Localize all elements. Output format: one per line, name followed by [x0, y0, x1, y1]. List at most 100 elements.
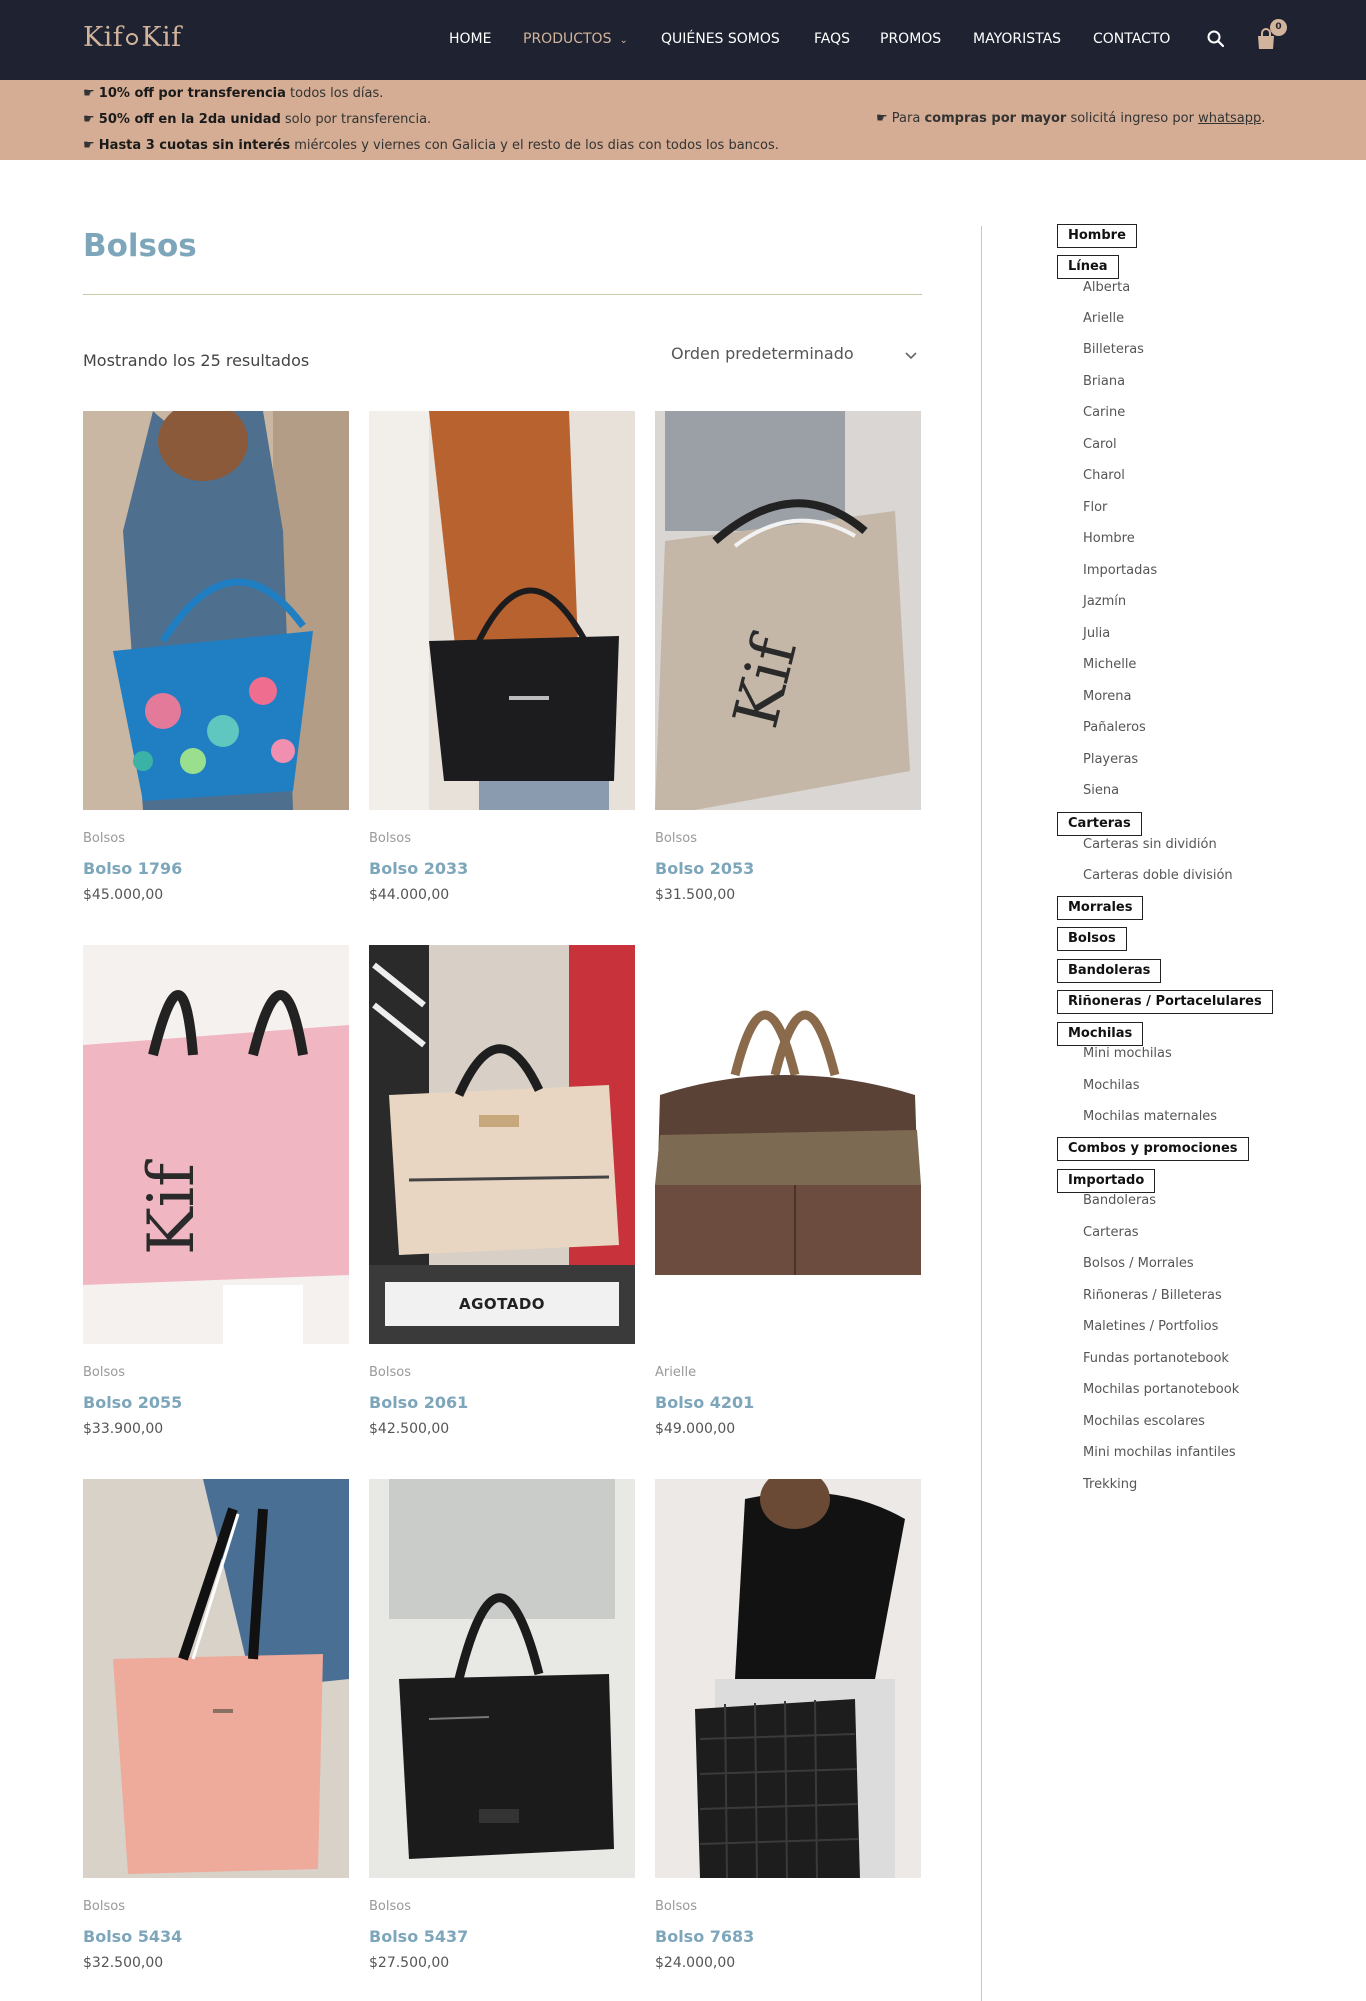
- subcategory-link[interactable]: Morena: [1083, 689, 1131, 704]
- product-image[interactable]: Kif: [655, 411, 921, 810]
- orderby-select[interactable]: Orden predeterminado: [671, 344, 922, 374]
- category-carteras[interactable]: Carteras: [1057, 812, 1142, 836]
- subcategory-link[interactable]: Billeteras: [1083, 342, 1144, 357]
- product-card[interactable]: Kif Bolsos Bolso 2055 $33.900,00: [83, 945, 349, 1437]
- nav-faqs[interactable]: FAQS: [814, 31, 850, 47]
- product-card[interactable]: Bolsos Bolso 1796 $45.000,00: [83, 411, 349, 903]
- product-image[interactable]: [369, 1479, 635, 1878]
- product-name[interactable]: Bolso 7683: [655, 1927, 754, 1946]
- nav-home[interactable]: HOME: [449, 31, 491, 47]
- category-bolsos[interactable]: Bolsos: [1057, 927, 1127, 951]
- subcategory-link[interactable]: Mochilas portanotebook: [1083, 1382, 1239, 1397]
- product-name[interactable]: Bolso 1796: [83, 859, 182, 878]
- product-card[interactable]: Kif Bolsos Bolso 2053 $31.500,00: [655, 411, 921, 903]
- product-card[interactable]: Bolsos Bolso 2033 $44.000,00: [369, 411, 635, 903]
- subcategory-link[interactable]: Charol: [1083, 468, 1125, 483]
- subcategory-link[interactable]: Importadas: [1083, 563, 1157, 578]
- product-category[interactable]: Bolsos: [369, 831, 411, 846]
- category-combos[interactable]: Combos y promociones: [1057, 1137, 1249, 1161]
- sidebar-divider: [981, 226, 982, 2001]
- nav-contacto[interactable]: CONTACTO: [1093, 31, 1170, 47]
- product-card[interactable]: Bolsos Bolso 7683 $24.000,00: [655, 1479, 921, 1971]
- product-name[interactable]: Bolso 5437: [369, 1927, 468, 1946]
- category-bandoleras[interactable]: Bandoleras: [1057, 959, 1162, 983]
- product-card[interactable]: AGOTADO Bolsos Bolso 2061 $42.500,00: [369, 945, 635, 1437]
- product-price: $33.900,00: [83, 1421, 164, 1437]
- subcategory-link[interactable]: Bolsos / Morrales: [1083, 1256, 1194, 1271]
- promo-line-3: ☛ Hasta 3 cuotas sin interés miércoles y…: [83, 138, 779, 153]
- subcategory-link[interactable]: Mini mochilas: [1083, 1046, 1172, 1061]
- category-hombre[interactable]: Hombre: [1057, 224, 1137, 248]
- subcategory-link[interactable]: Jazmín: [1083, 594, 1126, 609]
- search-icon[interactable]: [1205, 28, 1227, 50]
- product-category[interactable]: Bolsos: [83, 1365, 125, 1380]
- category-linea[interactable]: Línea: [1057, 255, 1119, 279]
- product-name[interactable]: Bolso 2033: [369, 859, 468, 878]
- subcategory-link[interactable]: Julia: [1083, 626, 1110, 641]
- nav-mayoristas[interactable]: MAYORISTAS: [973, 31, 1061, 47]
- product-category[interactable]: Arielle: [655, 1365, 696, 1380]
- subcategory-link[interactable]: Alberta: [1083, 280, 1130, 295]
- subcategory-link[interactable]: Siena: [1083, 783, 1119, 798]
- subcategory-link[interactable]: Trekking: [1083, 1477, 1137, 1492]
- product-card[interactable]: Bolsos Bolso 5434 $32.500,00: [83, 1479, 349, 1971]
- cart-count-badge: 0: [1270, 19, 1287, 36]
- result-count: Mostrando los 25 resultados: [83, 351, 310, 370]
- subcategory-link[interactable]: Carine: [1083, 405, 1125, 420]
- product-category[interactable]: Bolsos: [655, 1899, 697, 1914]
- subcategory-link[interactable]: Carteras: [1083, 1225, 1139, 1240]
- product-image[interactable]: [655, 945, 921, 1344]
- category-importado[interactable]: Importado: [1057, 1169, 1156, 1193]
- product-price: $45.000,00: [83, 887, 164, 903]
- promo-line-2-text: solo por transferencia.: [280, 112, 432, 127]
- product-image[interactable]: AGOTADO: [369, 945, 635, 1344]
- subcategory-link[interactable]: Playeras: [1083, 752, 1138, 767]
- subcategory-link[interactable]: Hombre: [1083, 531, 1135, 546]
- product-card[interactable]: Bolsos Bolso 5437 $27.500,00: [369, 1479, 635, 1971]
- product-card[interactable]: Arielle Bolso 4201 $49.000,00: [655, 945, 921, 1437]
- product-category[interactable]: Bolsos: [369, 1899, 411, 1914]
- product-category[interactable]: Bolsos: [83, 831, 125, 846]
- product-category[interactable]: Bolsos: [655, 831, 697, 846]
- product-image[interactable]: [369, 411, 635, 810]
- whatsapp-link[interactable]: whatsapp: [1198, 111, 1261, 126]
- subcategory-link[interactable]: Carteras doble división: [1083, 868, 1233, 883]
- subcategory-link[interactable]: Bandoleras: [1083, 1193, 1156, 1208]
- product-price: $32.500,00: [83, 1955, 164, 1971]
- subcategory-link[interactable]: Carteras sin dividión: [1083, 837, 1217, 852]
- subcategory-link[interactable]: Arielle: [1083, 311, 1124, 326]
- page-title: Bolsos: [83, 228, 197, 264]
- subcategory-link[interactable]: Carol: [1083, 437, 1117, 452]
- subcategory-link[interactable]: Flor: [1083, 500, 1107, 515]
- product-image[interactable]: Kif: [83, 945, 349, 1344]
- subcategory-link[interactable]: Maletines / Portfolios: [1083, 1319, 1218, 1334]
- product-name[interactable]: Bolso 4201: [655, 1393, 754, 1412]
- product-image[interactable]: [83, 411, 349, 810]
- nav-productos[interactable]: PRODUCTOS ⌄: [523, 31, 628, 47]
- product-name[interactable]: Bolso 2061: [369, 1393, 468, 1412]
- subcategory-link[interactable]: Pañaleros: [1083, 720, 1146, 735]
- nav-promos[interactable]: PROMOS: [880, 31, 941, 47]
- product-image[interactable]: [83, 1479, 349, 1878]
- orderby-value: Orden predeterminado: [671, 344, 854, 363]
- product-name[interactable]: Bolso 2055: [83, 1393, 182, 1412]
- nav-quienes-somos[interactable]: QUIÉNES SOMOS: [661, 31, 780, 47]
- product-category[interactable]: Bolsos: [369, 1365, 411, 1380]
- product-name[interactable]: Bolso 2053: [655, 859, 754, 878]
- category-morrales[interactable]: Morrales: [1057, 896, 1144, 920]
- subcategory-link[interactable]: Briana: [1083, 374, 1125, 389]
- product-image[interactable]: [655, 1479, 921, 1878]
- category-rinoneras[interactable]: Riñoneras / Portacelulares: [1057, 990, 1273, 1014]
- hand-pointer-icon: ☛: [876, 111, 888, 126]
- product-category[interactable]: Bolsos: [83, 1899, 125, 1914]
- subcategory-link[interactable]: Michelle: [1083, 657, 1136, 672]
- hand-pointer-icon: ☛: [83, 86, 95, 101]
- subcategory-link[interactable]: Mini mochilas infantiles: [1083, 1445, 1236, 1460]
- subcategory-link[interactable]: Mochilas escolares: [1083, 1414, 1205, 1429]
- subcategory-link[interactable]: Fundas portanotebook: [1083, 1351, 1229, 1366]
- subcategory-link[interactable]: Riñoneras / Billeteras: [1083, 1288, 1222, 1303]
- subcategory-link[interactable]: Mochilas: [1083, 1078, 1140, 1093]
- category-mochilas[interactable]: Mochilas: [1057, 1022, 1144, 1046]
- subcategory-link[interactable]: Mochilas maternales: [1083, 1109, 1217, 1124]
- product-name[interactable]: Bolso 5434: [83, 1927, 182, 1946]
